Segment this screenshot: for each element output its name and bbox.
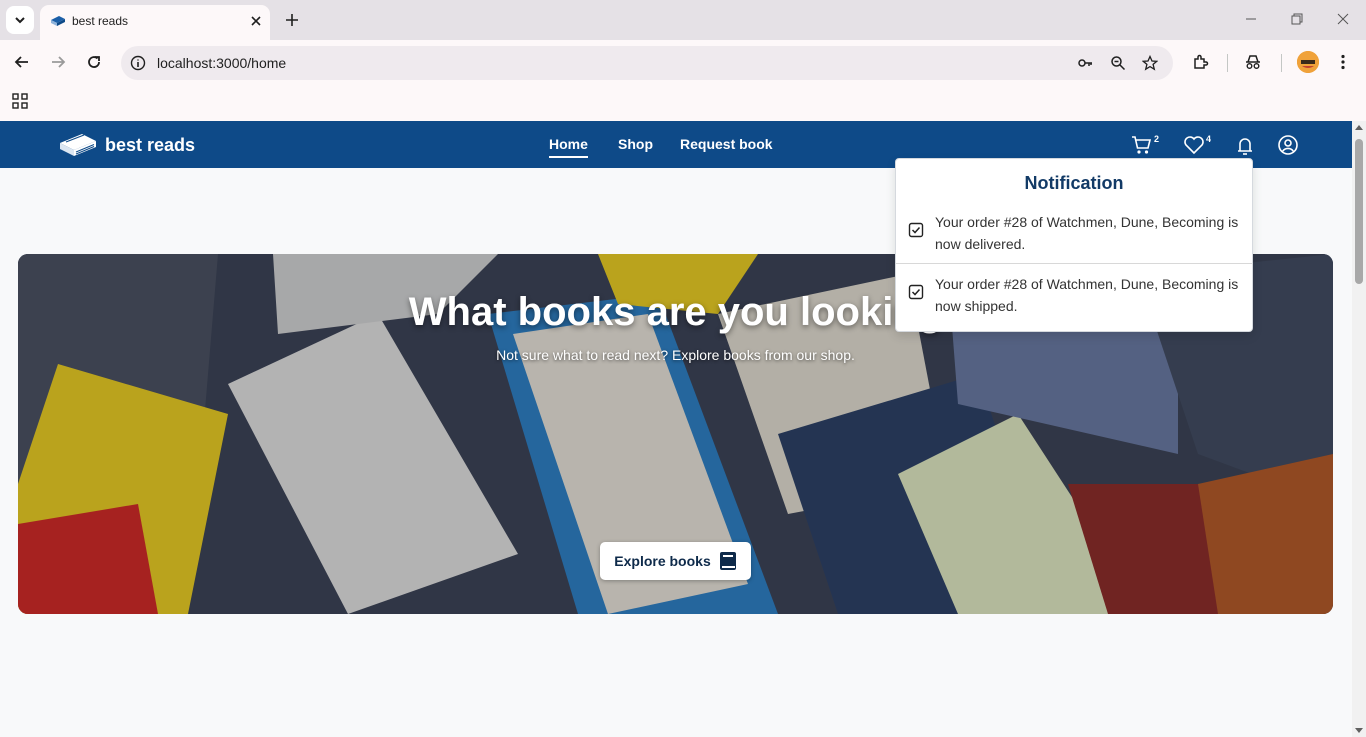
nav-home[interactable]: Home [549, 136, 588, 158]
cart-count-badge: 2 [1154, 134, 1160, 144]
brand-name: best reads [105, 134, 196, 155]
apps-grid-icon[interactable] [12, 93, 28, 109]
user-account-icon[interactable] [1277, 134, 1299, 156]
url-text[interactable]: localhost:3000/home [157, 55, 286, 71]
nav-request-book[interactable]: Request book [680, 136, 773, 152]
scroll-down-arrow-icon[interactable] [1355, 728, 1363, 733]
incognito-icon[interactable] [1244, 53, 1262, 71]
notification-dropdown: Notification Your order #28 of Watchmen,… [895, 158, 1253, 332]
new-tab-icon[interactable] [282, 10, 302, 30]
chevron-down-icon [15, 17, 25, 24]
notification-message: Your order #28 of Watchmen, Dune, Becomi… [935, 276, 1239, 314]
extensions-icon[interactable] [1192, 53, 1210, 71]
checkbox-checked-icon [908, 284, 924, 300]
notification-title: Notification [1024, 173, 1124, 193]
explore-books-button[interactable]: Explore books [600, 542, 751, 580]
site-info-icon[interactable] [130, 55, 146, 71]
heart-icon[interactable] [1183, 134, 1205, 156]
checkbox-checked-icon [908, 222, 924, 238]
book-icon [719, 552, 736, 570]
avatar-face-icon [1297, 51, 1319, 73]
book-favicon-icon [51, 16, 65, 26]
notification-message: Your order #28 of Watchmen, Dune, Becomi… [935, 214, 1239, 252]
window-close-icon[interactable] [1336, 12, 1350, 26]
notification-item[interactable]: Your order #28 of Watchmen, Dune, Becomi… [896, 201, 1252, 263]
nav-shop[interactable]: Shop [618, 136, 653, 152]
tab-title: best reads [72, 14, 129, 28]
page-viewport: best reads Home Shop Request book 2 4 Wh… [0, 121, 1352, 737]
browser-toolbar: localhost:3000/home [0, 40, 1366, 86]
scroll-up-arrow-icon[interactable] [1355, 125, 1363, 130]
wishlist-count-badge: 4 [1206, 134, 1212, 144]
back-arrow-icon[interactable] [13, 53, 31, 71]
toolbar-separator [1227, 54, 1228, 72]
browser-tab[interactable]: best reads [40, 5, 270, 40]
toolbar-separator [1281, 54, 1282, 72]
tab-close-icon[interactable] [248, 13, 264, 29]
hero-subtitle: Not sure what to read next? Explore book… [496, 347, 855, 363]
bookmark-star-icon[interactable] [1142, 55, 1158, 71]
profile-avatar[interactable] [1297, 51, 1319, 73]
notification-item[interactable]: Your order #28 of Watchmen, Dune, Becomi… [896, 263, 1252, 325]
minimize-icon[interactable] [1244, 12, 1258, 26]
scrollbar-thumb[interactable] [1355, 139, 1363, 284]
password-key-icon[interactable] [1077, 55, 1093, 71]
restore-icon[interactable] [1290, 12, 1304, 26]
reload-icon[interactable] [85, 53, 103, 71]
explore-books-label: Explore books [614, 553, 711, 569]
book-logo-icon [60, 134, 96, 156]
more-menu-icon[interactable] [1334, 53, 1352, 71]
browser-chrome: best reads localhost:3000/home [0, 0, 1366, 121]
forward-arrow-icon[interactable] [49, 53, 67, 71]
zoom-icon[interactable] [1110, 55, 1126, 71]
address-bar[interactable]: localhost:3000/home [121, 46, 1173, 80]
tab-strip: best reads [0, 0, 1366, 40]
brand-link[interactable]: best reads [58, 131, 195, 159]
cart-icon[interactable] [1131, 134, 1153, 156]
tab-search-button[interactable] [6, 6, 34, 34]
bell-icon[interactable] [1234, 134, 1256, 156]
page-scrollbar[interactable] [1352, 121, 1366, 737]
bookmarks-bar [0, 86, 1366, 121]
